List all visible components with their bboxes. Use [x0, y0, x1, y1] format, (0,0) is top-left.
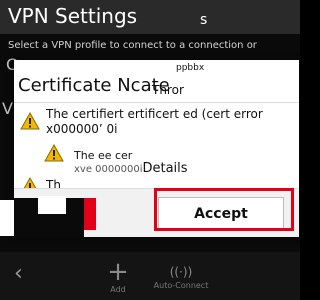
back-chevron-icon[interactable]: ‹: [14, 262, 23, 286]
bottom-action-bar: ‹ + Add ((·)) Auto-Connect: [0, 252, 300, 300]
details-link[interactable]: xve 0000000iDetails: [74, 162, 188, 177]
auto-connect-action[interactable]: ((·)) Auto-Connect: [152, 252, 210, 300]
page-subtitle: Select a VPN profile to connect to a con…: [8, 40, 257, 51]
page-title: VPN Settings: [8, 4, 138, 28]
add-action[interactable]: + Add: [100, 252, 136, 300]
details-prefix: xve 0000000i: [74, 164, 143, 175]
title-bar: VPN Settings s: [0, 0, 300, 34]
auto-connect-label: Auto-Connect: [153, 280, 209, 290]
certificate-error-code: x000000’ 0i: [46, 122, 118, 136]
dialog-title-artifact: Thror: [152, 83, 184, 97]
dialog-artifact-text: ppbbx: [174, 63, 207, 73]
radio-waves-icon: ((·)): [169, 264, 193, 279]
add-label: Add: [110, 284, 126, 294]
add-icon: +: [107, 256, 129, 287]
warning-icon: [44, 144, 64, 162]
title-artifact: s: [200, 12, 208, 28]
vpn-settings-screen: VPN Settings s Select a VPN profile to c…: [0, 0, 300, 300]
render-glitch: [0, 200, 14, 236]
certificate-error-message: The certifiert ertificert ed (cert error: [46, 107, 263, 121]
render-glitch: [38, 196, 66, 214]
background-fragment: V: [2, 99, 13, 118]
accept-button[interactable]: Accept: [158, 197, 284, 231]
certificate-warning-message: The ee cer: [74, 149, 133, 162]
details-label: Details: [142, 161, 188, 176]
warning-icon: [20, 112, 40, 130]
dialog-title: Certificate Ncate: [18, 75, 170, 96]
dialog-divider: [14, 102, 299, 103]
